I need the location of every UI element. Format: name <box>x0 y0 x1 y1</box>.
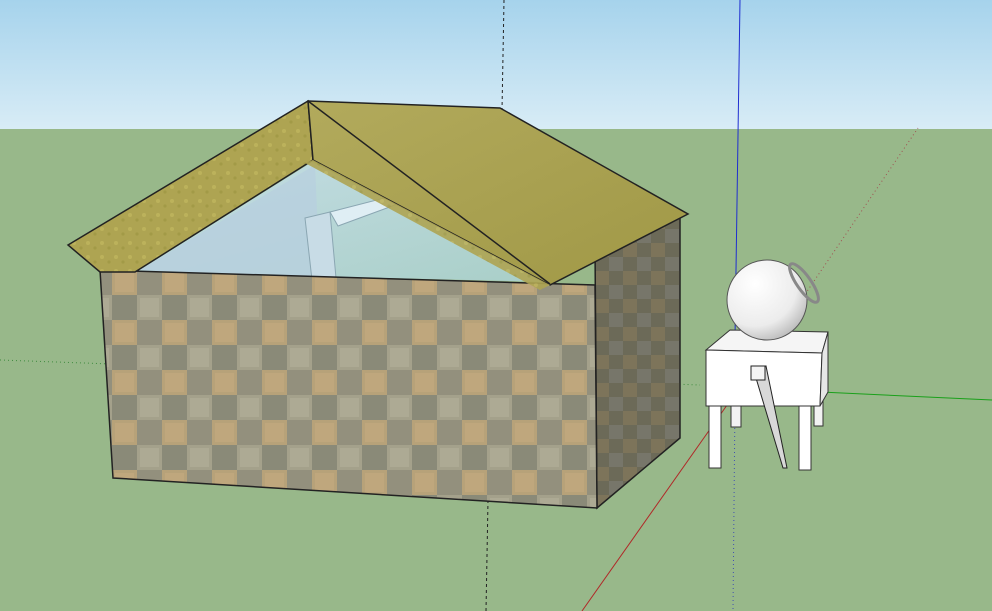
table-leg-front-left <box>708 401 722 469</box>
table-leg-front-right <box>798 399 812 471</box>
house-front-wall <box>99 269 598 509</box>
3d-scene[interactable] <box>0 0 992 611</box>
sphere <box>726 259 808 341</box>
sketchup-viewport[interactable] <box>0 0 992 611</box>
table-leg-back-left <box>730 404 742 428</box>
table-pointer-head <box>750 365 766 381</box>
